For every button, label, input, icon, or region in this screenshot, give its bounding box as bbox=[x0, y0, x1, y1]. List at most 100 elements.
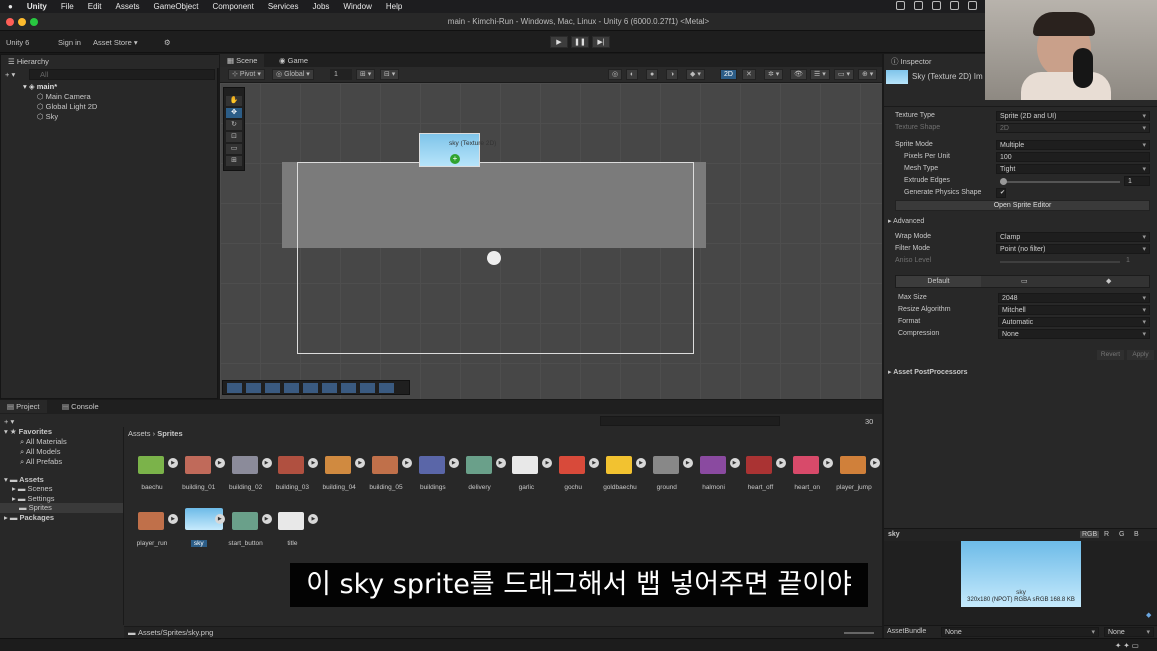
pivot-dropdown[interactable]: ⊹ Pivot ▾ bbox=[228, 69, 265, 80]
revert-button[interactable]: Revert bbox=[1097, 350, 1124, 360]
mode-2d-toggle[interactable]: 2D bbox=[720, 69, 737, 80]
menu-gameobject[interactable]: GameObject bbox=[154, 2, 199, 11]
asset-building-02[interactable]: ▶ building_02 bbox=[222, 448, 272, 491]
menu-help[interactable]: Help bbox=[386, 2, 402, 11]
physics-shape-checkbox[interactable]: ✔ bbox=[996, 188, 1006, 198]
max-size-dropdown[interactable]: 2048 bbox=[998, 293, 1150, 303]
tools-button[interactable]: ✕ bbox=[742, 69, 756, 80]
search-icon[interactable] bbox=[322, 383, 337, 393]
tab-console[interactable]: ▤ Console bbox=[55, 400, 106, 413]
mesh-type-dropdown[interactable]: Tight bbox=[996, 164, 1150, 174]
extrude-input[interactable]: 1 bbox=[1124, 176, 1150, 186]
channel-g-button[interactable]: G bbox=[1119, 531, 1124, 538]
asset-player-jump[interactable]: ▶ player_jump bbox=[830, 448, 880, 491]
menu-assets[interactable]: Assets bbox=[116, 2, 140, 11]
layers-dropdown[interactable]: ☰ ▾ bbox=[810, 69, 830, 80]
rotate-tool-button[interactable]: ↻ bbox=[226, 120, 242, 130]
scale-tool-button[interactable]: ⊡ bbox=[226, 132, 242, 142]
channel-rgb-button[interactable]: RGB bbox=[1080, 531, 1100, 538]
sprite-shape-icon[interactable] bbox=[246, 383, 261, 393]
resize-dropdown[interactable]: Mitchell bbox=[998, 305, 1150, 315]
asset-building-04[interactable]: ▶ building_04 bbox=[315, 448, 366, 491]
asset-store-dropdown[interactable]: Asset Store ▾ bbox=[93, 38, 138, 47]
menu-jobs[interactable]: Jobs bbox=[313, 2, 330, 11]
menu-component[interactable]: Component bbox=[212, 2, 253, 11]
screen-icon[interactable] bbox=[896, 1, 905, 10]
asset-heart-on[interactable]: ▶ heart_on bbox=[783, 448, 834, 491]
add-button[interactable]: + ▾ bbox=[5, 70, 15, 79]
asset-building-03[interactable]: ▶ building_03 bbox=[268, 448, 319, 491]
advanced-foldout[interactable]: ▸ Advanced bbox=[888, 217, 924, 225]
asset-building-01[interactable]: ▶ building_01 bbox=[175, 448, 225, 491]
move-icon[interactable] bbox=[341, 383, 356, 393]
tab-game[interactable]: ◉ Game bbox=[272, 54, 316, 67]
layers-icon[interactable] bbox=[360, 383, 375, 393]
sprite-mode-dropdown[interactable]: Multiple bbox=[996, 140, 1150, 150]
platform-default-tab[interactable]: Default bbox=[896, 276, 981, 287]
open-sprite-editor-button[interactable]: Open Sprite Editor bbox=[895, 200, 1150, 211]
asset-baechu[interactable]: ▶ baechu bbox=[128, 448, 178, 491]
display-icon[interactable] bbox=[914, 1, 923, 10]
fx-dropdown[interactable]: ◆ ▾ bbox=[686, 69, 705, 80]
hand-tool-button[interactable]: ✋ bbox=[226, 96, 242, 106]
gizmo-tools-button[interactable]: ✲ ▾ bbox=[764, 69, 784, 80]
transform-tool-button[interactable]: ⊞ bbox=[226, 156, 242, 166]
channel-b-button[interactable]: B bbox=[1134, 531, 1139, 538]
gear-icon[interactable]: ⚙ bbox=[164, 38, 171, 47]
lighting-button[interactable]: ● bbox=[646, 69, 659, 80]
assetbundle-dropdown[interactable]: None bbox=[941, 627, 1099, 637]
project-add-button[interactable]: + ▾ bbox=[4, 417, 14, 426]
monitor-icon[interactable]: ▭ bbox=[1021, 277, 1028, 285]
assets-folder[interactable]: ▾ ▬ Assets bbox=[4, 475, 44, 484]
menu-edit[interactable]: Edit bbox=[88, 2, 102, 11]
rotate-icon[interactable] bbox=[284, 383, 299, 393]
expand-icon[interactable]: ▶ bbox=[308, 514, 319, 524]
grid-icon[interactable] bbox=[265, 383, 280, 393]
breadcrumb-leaf[interactable]: Sprites bbox=[157, 429, 182, 438]
apple-icon[interactable]: ● bbox=[8, 2, 13, 11]
folder-settings[interactable]: ▸ ▬ Settings bbox=[12, 494, 55, 503]
favorite-all-models[interactable]: ⌕ All Models bbox=[20, 447, 60, 457]
global-dropdown[interactable]: ◎ Global ▾ bbox=[272, 69, 314, 80]
asset-building-05[interactable]: ▶ building_05 bbox=[362, 448, 412, 491]
postprocessors-foldout[interactable]: ▸ Asset PostProcessors bbox=[888, 368, 968, 376]
hierarchy-item-global-light[interactable]: ⬡ Global Light 2D bbox=[37, 102, 97, 111]
ppu-input[interactable]: 100 bbox=[996, 152, 1150, 162]
assetbundle-variant-dropdown[interactable]: None bbox=[1104, 627, 1154, 637]
scene-viewport[interactable]: ✋ ✥ ↻ ⊡ ▭ ⊞ sky (Texture 2D) + bbox=[220, 83, 882, 399]
swap-icon[interactable] bbox=[379, 383, 394, 393]
apply-button[interactable]: Apply bbox=[1127, 350, 1154, 360]
rect-tool-button[interactable]: ▭ bbox=[226, 144, 242, 154]
asset-title[interactable]: ▶ title bbox=[268, 504, 319, 547]
tab-hierarchy[interactable]: ☰ Hierarchy bbox=[1, 55, 219, 68]
folder-sprites[interactable]: ▬ Sprites bbox=[0, 503, 123, 513]
grid-snap-button[interactable]: ⊞ ▾ bbox=[356, 69, 376, 80]
record-icon[interactable] bbox=[932, 1, 941, 10]
bluetooth-icon[interactable] bbox=[950, 1, 959, 10]
tab-project[interactable]: ▤ Project bbox=[0, 400, 47, 413]
visibility-button[interactable]: 👁 bbox=[790, 69, 807, 80]
breadcrumb-root[interactable]: Assets bbox=[128, 429, 151, 438]
step-button[interactable]: ▶| bbox=[592, 36, 610, 48]
asset-gochu[interactable]: ▶ gochu bbox=[549, 448, 600, 491]
folder-scenes[interactable]: ▸ ▬ Scenes bbox=[12, 484, 52, 493]
texture-type-dropdown[interactable]: Sprite (2D and UI) bbox=[996, 111, 1150, 121]
snap-increment-button[interactable]: ⊟ ▾ bbox=[380, 69, 400, 80]
menu-services[interactable]: Services bbox=[268, 2, 299, 11]
android-icon[interactable]: ◆ bbox=[1106, 277, 1111, 285]
tab-scene[interactable]: ▦ Scene bbox=[220, 54, 265, 67]
audio-button[interactable]: ◑ bbox=[666, 69, 679, 80]
wrap-mode-dropdown[interactable]: Clamp bbox=[996, 232, 1150, 242]
favorites-foldout[interactable]: ▾ ★ Favorites bbox=[4, 427, 52, 436]
compression-dropdown[interactable]: None bbox=[998, 329, 1150, 339]
favorite-all-materials[interactable]: ⌕ All Materials bbox=[20, 437, 67, 447]
asset-sky[interactable]: ▶ sky bbox=[175, 504, 225, 547]
asset-ground[interactable]: ▶ ground bbox=[643, 448, 693, 491]
app-menu[interactable]: Unity bbox=[27, 2, 47, 11]
dragged-sky-texture[interactable]: sky (Texture 2D) + bbox=[419, 133, 496, 167]
asset-start-button[interactable]: ▶ start_button bbox=[222, 504, 272, 547]
camera-dropdown[interactable]: ▭ ▾ bbox=[834, 69, 855, 80]
menu-window[interactable]: Window bbox=[343, 2, 371, 11]
tag-icon[interactable]: ◆ bbox=[1146, 611, 1151, 619]
status-icons-right[interactable]: ✦ ✦ ▭ bbox=[1115, 641, 1139, 650]
